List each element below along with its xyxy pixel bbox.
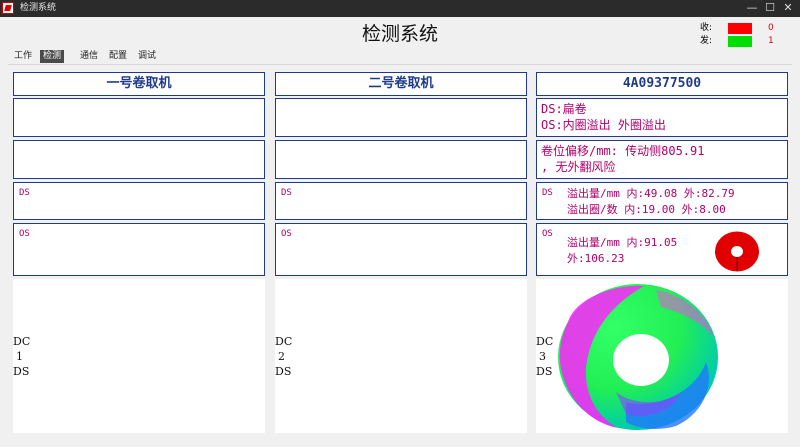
coiler1-title: 一号卷取机: [106, 76, 172, 91]
receive-indicator: [728, 23, 752, 34]
menu-config[interactable]: 配置: [106, 50, 130, 63]
defect-status-panel: DS:扁卷 OS:内圈溢出 外圈溢出: [536, 98, 788, 137]
menu-debug[interactable]: 调试: [135, 50, 159, 63]
coiler1-ds-panel: DS: [13, 182, 265, 220]
menu-work[interactable]: 工作: [11, 50, 35, 63]
coiler2-row3: [275, 140, 527, 179]
os-overflow-outer: 外:106.23: [567, 252, 625, 265]
ds-overflow-panel: DS 溢出量/mm 内:49.08 外:82.79 溢出圈/数 内:19.00 …: [536, 182, 788, 220]
coiler2-os-label: OS: [281, 229, 292, 239]
coiler2-os-panel: OS: [275, 223, 527, 276]
coiler1-header: 一号卷取机: [13, 72, 265, 96]
coil-ring-small: [715, 231, 759, 272]
coiler2-header: 二号卷取机: [275, 72, 527, 96]
offset-panel: 卷位偏移/mm: 传动侧805.91 , 无外翻风险: [536, 140, 788, 179]
coiler2-ds-label: DS: [281, 188, 292, 198]
app-icon: [2, 2, 14, 14]
menu-detect[interactable]: 检测: [40, 50, 65, 63]
coiler2-title: 二号卷取机: [368, 76, 434, 91]
send-label: 发:: [700, 36, 713, 46]
ds-status-text: DS:扁卷: [541, 102, 587, 116]
menu-divider: [8, 64, 792, 65]
os-status-text: OS:内圈溢出 外圈溢出: [541, 118, 666, 132]
menu-comm[interactable]: 通信: [77, 50, 101, 63]
coil-id-header: 4A09377500: [536, 72, 788, 96]
coiler2-view: DC 2 DS: [275, 279, 527, 433]
offset-text: 卷位偏移/mm: 传动侧805.91: [541, 144, 705, 158]
ds-side-label: DS: [542, 188, 553, 198]
receive-label: 收:: [700, 23, 713, 33]
coiler1-view: DC 1 DS: [13, 279, 265, 433]
coiler1-row3: [13, 140, 265, 179]
coil-id: 4A09377500: [622, 76, 702, 91]
os-side-label: OS: [542, 229, 553, 239]
window-title: 检测系统: [20, 3, 57, 13]
page-title: 检测系统: [361, 23, 438, 45]
coiler2-row2: [275, 98, 527, 137]
coiler1-row2: [13, 98, 265, 137]
coiler2-dc-label: DC 2 DS: [275, 335, 293, 378]
close-button[interactable]: ✕: [776, 0, 800, 17]
flip-risk-text: , 无外翻风险: [541, 160, 616, 174]
coiler1-os-panel: OS: [13, 223, 265, 276]
os-overflow-amount: 溢出量/mm 内:91.05: [567, 236, 678, 249]
coiler1-os-label: OS: [19, 229, 30, 239]
coiler2-ds-panel: DS: [275, 182, 527, 220]
ds-overflow-turns: 溢出圈/数 内:19.00 外:8.00: [567, 203, 726, 216]
coiler1-dc-label: DC 1 DS: [13, 335, 31, 378]
coil-scan-image: [558, 284, 718, 430]
coiler1-ds-label: DS: [19, 188, 30, 198]
ds-overflow-amount: 溢出量/mm 内:49.08 外:82.79: [567, 187, 735, 200]
send-count: 1: [768, 36, 774, 46]
receive-count: 0: [768, 23, 774, 33]
send-indicator: [728, 36, 752, 47]
coiler3-dc-label: DC 3 DS: [536, 335, 554, 378]
window-titlebar: 检测系统 — ☐ ✕: [0, 0, 800, 17]
